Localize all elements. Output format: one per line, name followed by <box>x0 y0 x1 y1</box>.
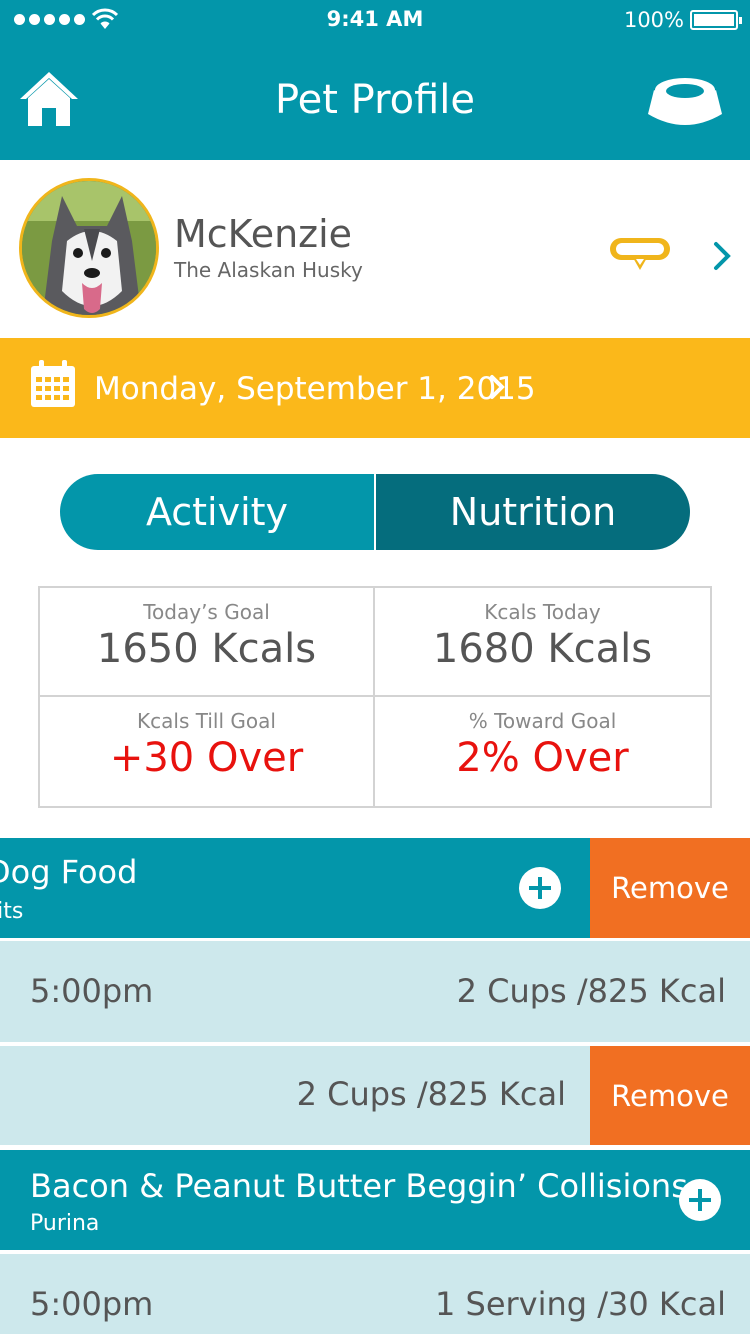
stat-percent-toward-goal: % Toward Goal 2% Over <box>375 697 710 806</box>
stat-todays-goal: Today’s Goal 1650 Kcals <box>40 588 375 697</box>
tab-nutrition[interactable]: Nutrition <box>376 474 690 550</box>
husky-photo <box>22 181 156 315</box>
remove-button[interactable]: Remove <box>590 838 750 938</box>
stat-label: Kcals Today <box>484 600 601 624</box>
battery-icon <box>690 10 742 30</box>
entry-amount: 2 Cups /825 Kcal <box>296 1075 566 1113</box>
stat-value: 1650 Kcals <box>96 626 317 672</box>
add-entry-button[interactable] <box>679 1179 721 1221</box>
food-entry-row[interactable]: 2 Cups /825 Kcal Remove <box>0 1046 750 1145</box>
nutrition-stats-grid: Today’s Goal 1650 Kcals Kcals Today 1680… <box>38 586 712 808</box>
stat-kcals-today: Kcals Today 1680 Kcals <box>375 588 710 697</box>
food-bowl-icon[interactable] <box>648 72 722 128</box>
entry-time: 5:00pm <box>30 1285 154 1323</box>
add-entry-button[interactable] <box>519 867 561 909</box>
food-header-row[interactable]: Dog Food Bits Remove <box>0 838 750 938</box>
page-title: Pet Profile <box>274 77 476 123</box>
stat-label: Today’s Goal <box>143 600 270 624</box>
stat-value: +30 Over <box>109 735 304 781</box>
entry-amount: 1 Serving /30 Kcal <box>434 1285 726 1323</box>
stat-value: 2% Over <box>456 735 629 781</box>
entry-amount: 2 Cups /825 Kcal <box>456 972 726 1010</box>
tab-activity[interactable]: Activity <box>60 474 374 550</box>
segmented-control: Activity Nutrition <box>60 474 690 550</box>
calendar-icon <box>31 360 75 407</box>
stat-label: % Toward Goal <box>468 709 617 733</box>
stat-kcals-till-goal: Kcals Till Goal +30 Over <box>40 697 375 806</box>
chevron-right-icon[interactable] <box>712 240 732 272</box>
food-brand: Bits <box>0 899 24 924</box>
pet-profile-row[interactable]: McKenzie The Alaskan Husky <box>0 160 750 338</box>
pet-avatar <box>19 178 159 318</box>
food-brand: Purina <box>30 1211 100 1236</box>
date-label: Monday, September 1, 2015 <box>94 371 536 407</box>
food-name: Bacon & Peanut Butter Beggin’ Collisions <box>30 1167 688 1205</box>
status-bar: 9:41 AM 100% <box>0 0 750 40</box>
remove-button[interactable]: Remove <box>590 1046 750 1145</box>
food-entry-row[interactable]: 5:00pm 1 Serving /30 Kcal <box>0 1254 750 1334</box>
stat-label: Kcals Till Goal <box>137 709 276 733</box>
chevron-right-icon <box>490 375 505 399</box>
entry-time: 5:00pm <box>30 972 154 1010</box>
pet-name: McKenzie <box>174 212 353 256</box>
date-selector[interactable]: Monday, September 1, 2015 <box>0 338 750 438</box>
food-header-row[interactable]: Bacon & Peanut Butter Beggin’ Collisions… <box>0 1150 750 1250</box>
app-header: 9:41 AM 100% Pet Profile <box>0 0 750 160</box>
battery-percent: 100% <box>623 8 684 32</box>
food-name: Dog Food <box>0 853 138 891</box>
collar-icon <box>610 238 670 270</box>
stat-value: 1680 Kcals <box>432 626 653 672</box>
pet-breed: The Alaskan Husky <box>174 258 363 282</box>
food-entry-row[interactable]: 5:00pm 2 Cups /825 Kcal <box>0 941 750 1042</box>
